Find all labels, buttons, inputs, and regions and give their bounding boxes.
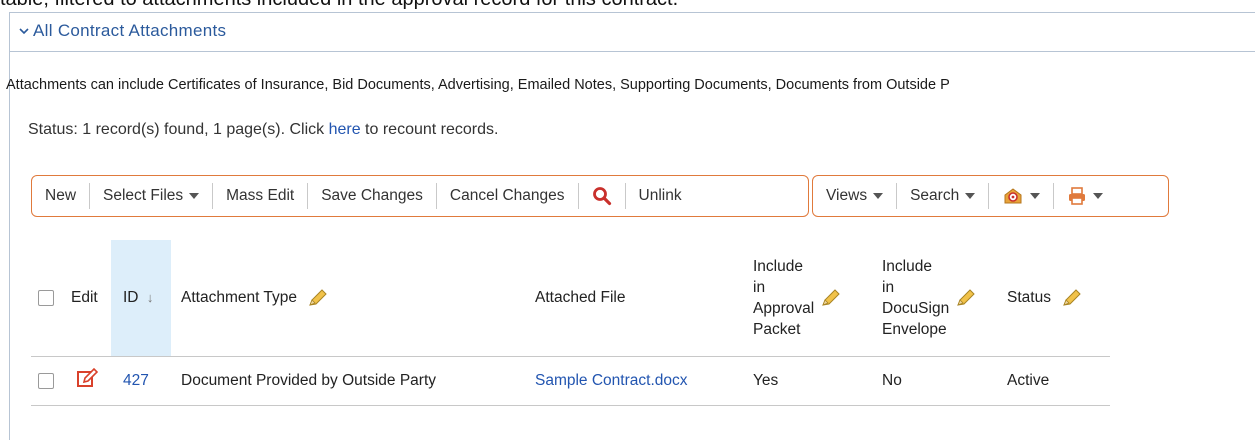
sort-arrow-icon: ↓ xyxy=(146,290,154,305)
row-checkbox[interactable] xyxy=(38,372,54,389)
pencil-icon xyxy=(309,289,328,306)
select-all-checkbox[interactable] xyxy=(38,289,54,306)
magnifier-icon xyxy=(592,187,611,206)
attachment-type-header-label: Attachment Type xyxy=(181,289,298,307)
caret-down-icon xyxy=(873,193,884,199)
docusign-header-line3: DocuSign xyxy=(882,300,950,317)
views-label: Views xyxy=(826,187,868,204)
docusign-header-line1: Include xyxy=(882,258,932,275)
approval-header-line4: Packet xyxy=(753,321,801,338)
view-toolbar: Views Search xyxy=(812,175,1169,217)
print-icon xyxy=(1069,187,1086,205)
section-toggle[interactable]: All Contract Attachments xyxy=(17,21,226,41)
email-menu-button[interactable] xyxy=(989,183,1055,209)
new-button[interactable]: New xyxy=(32,183,91,209)
status-line: Status: 1 record(s) found, 1 page(s). Cl… xyxy=(28,121,498,139)
record-id-link[interactable]: 427 xyxy=(123,372,149,389)
mass-edit-button[interactable]: Mass Edit xyxy=(213,183,309,209)
table-row: 427 Document Provided by Outside Party S… xyxy=(31,356,1110,406)
grid-toolbar: New Select Files Mass Edit Save Changes … xyxy=(31,175,809,217)
section-title: All Contract Attachments xyxy=(33,21,227,40)
approval-packet-cell: Yes xyxy=(751,356,880,406)
status-header-label: Status xyxy=(1007,289,1051,307)
search-button[interactable] xyxy=(579,183,626,209)
col-approval-packet-header[interactable]: Include in Approval Packet xyxy=(751,240,880,357)
docusign-header-line4: Envelope xyxy=(882,321,947,338)
attachments-grid: Edit ID ↓ Attachment Type Attached File … xyxy=(31,240,1110,406)
chevron-down-icon xyxy=(19,28,29,35)
attached-file-link[interactable]: Sample Contract.docx xyxy=(535,372,688,389)
search-label: Search xyxy=(910,187,960,204)
caret-down-icon xyxy=(1030,193,1041,199)
status-cell: Active xyxy=(1005,356,1110,406)
attachments-description: Attachments can include Certificates of … xyxy=(6,77,950,93)
approval-header-line1: Include xyxy=(753,258,803,275)
col-attached-file-header: Attached File xyxy=(533,240,751,357)
edit-icon[interactable] xyxy=(76,367,99,390)
print-menu-button[interactable] xyxy=(1054,183,1116,209)
save-changes-button[interactable]: Save Changes xyxy=(308,183,437,209)
header-row: Edit ID ↓ Attachment Type Attached File … xyxy=(31,240,1110,357)
docusign-envelope-cell: No xyxy=(880,356,1005,406)
approval-header-line3: Approval xyxy=(753,300,815,317)
unlink-button[interactable]: Unlink xyxy=(626,183,695,209)
id-header-label: ID xyxy=(123,289,139,306)
docusign-header-line2: in xyxy=(882,279,895,296)
clipped-intro-text: table, filtered to attachments included … xyxy=(0,0,1255,11)
pencil-icon xyxy=(957,289,975,306)
pencil-icon xyxy=(1063,289,1081,306)
col-edit-header: Edit xyxy=(71,240,111,357)
caret-down-icon xyxy=(965,193,976,199)
email-icon xyxy=(1004,188,1022,204)
cancel-changes-button[interactable]: Cancel Changes xyxy=(437,183,579,209)
section-header: All Contract Attachments xyxy=(9,12,1255,52)
caret-down-icon xyxy=(1093,193,1104,199)
pencil-icon xyxy=(822,289,840,306)
select-files-button[interactable]: Select Files xyxy=(90,183,214,209)
status-text: Status: 1 record(s) found, 1 page(s). Cl… xyxy=(28,121,329,138)
col-attachment-type-header[interactable]: Attachment Type xyxy=(171,240,533,357)
approval-header-line2: in xyxy=(753,279,766,296)
search-menu-button[interactable]: Search xyxy=(897,183,990,209)
caret-down-icon xyxy=(189,193,200,199)
views-button[interactable]: Views xyxy=(813,183,898,209)
status-suffix: to recount records. xyxy=(360,121,499,138)
section-border xyxy=(9,52,10,440)
col-docusign-envelope-header[interactable]: Include in DocuSign Envelope xyxy=(880,240,1005,357)
col-id-header[interactable]: ID ↓ xyxy=(111,240,171,357)
attachment-type-cell: Document Provided by Outside Party xyxy=(171,356,533,406)
select-files-label: Select Files xyxy=(103,187,184,204)
col-status-header[interactable]: Status xyxy=(1005,240,1110,357)
recount-link[interactable]: here xyxy=(329,121,361,138)
